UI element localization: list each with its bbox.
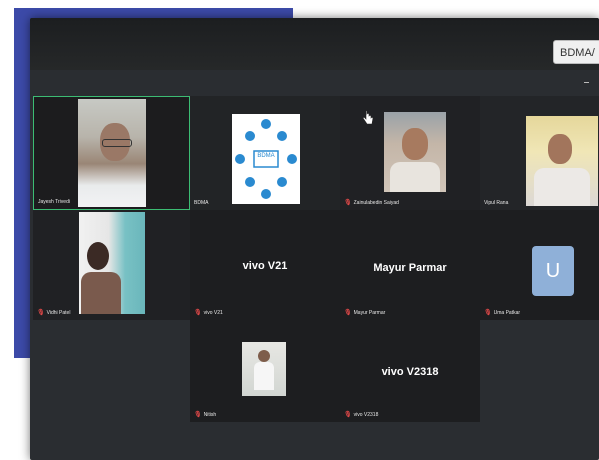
participant-name-vipul: Vipul Rana <box>484 200 509 206</box>
participant-display-name-vivo-v2318: vivo V2318 <box>381 366 439 378</box>
host-tab[interactable]: BDMA/ <box>553 40 599 64</box>
participant-name-zainulabedin: 🎙 Zainulabedin Saiyad <box>344 199 399 207</box>
participant-video-jayesh <box>78 99 146 207</box>
participant-name-nitish: 🎙 Nitish <box>194 411 217 419</box>
top-bar <box>30 18 599 70</box>
participant-tile-vipul[interactable]: Vipul Rana <box>480 96 599 210</box>
mic-off-icon: 🎙 <box>344 412 352 418</box>
participant-tile-zainulabedin[interactable]: 🎙 Zainulabedin Saiyad <box>340 96 480 210</box>
mic-off-icon: 🎙 <box>37 310 45 316</box>
participant-video-zainulabedin <box>384 112 446 192</box>
hand-cursor-icon <box>362 110 374 125</box>
participant-display-name-mayur: Mayur Parmar <box>373 262 447 274</box>
participant-video-vidhi <box>79 212 145 314</box>
participant-tile-vidhi[interactable]: 🎙 Vidhi Patel <box>33 210 190 320</box>
mic-off-icon: 🎙 <box>194 310 202 316</box>
participant-tile-vivo-v2318[interactable]: vivo V2318 🎙 vivo V2318 <box>340 320 480 422</box>
mic-off-icon: 🎙 <box>344 310 352 316</box>
mic-off-icon: 🎙 <box>194 412 202 418</box>
participant-name-uma: 🎙 Uma Patkar <box>484 309 521 317</box>
mic-off-icon: 🎙 <box>484 310 492 316</box>
participant-avatar-uma: U <box>532 246 574 296</box>
participant-tile-vivo-v21[interactable]: vivo V21 🎙 vivo V21 <box>190 210 340 320</box>
participant-name-jayesh: Jayesh Trivedi <box>38 199 70 205</box>
participant-tile-bdma[interactable]: BDMA BDMA <box>190 96 340 210</box>
participant-video-nitish <box>242 342 286 396</box>
participant-name-mayur: 🎙 Mayur Parmar <box>344 309 386 317</box>
participant-tile-jayesh[interactable]: Jayesh Trivedi <box>33 96 190 210</box>
participant-tile-mayur[interactable]: Mayur Parmar 🎙 Mayur Parmar <box>340 210 480 320</box>
participant-tile-nitish[interactable]: 🎙 Nitish <box>190 320 340 422</box>
minimize-icon[interactable] <box>584 82 589 83</box>
participant-video-vipul <box>526 116 598 206</box>
participant-name-vivo-v2318: 🎙 vivo V2318 <box>344 411 379 419</box>
participant-name-bdma: BDMA <box>194 200 209 206</box>
participant-name-vidhi: 🎙 Vidhi Patel <box>37 309 71 317</box>
participant-display-name-vivo-v21: vivo V21 <box>242 260 288 272</box>
participant-name-vivo-v21: 🎙 vivo V21 <box>194 309 223 317</box>
mic-off-icon: 🎙 <box>344 200 352 206</box>
participant-tile-uma[interactable]: U 🎙 Uma Patkar <box>480 210 599 320</box>
bdma-logo: BDMA <box>232 114 300 204</box>
